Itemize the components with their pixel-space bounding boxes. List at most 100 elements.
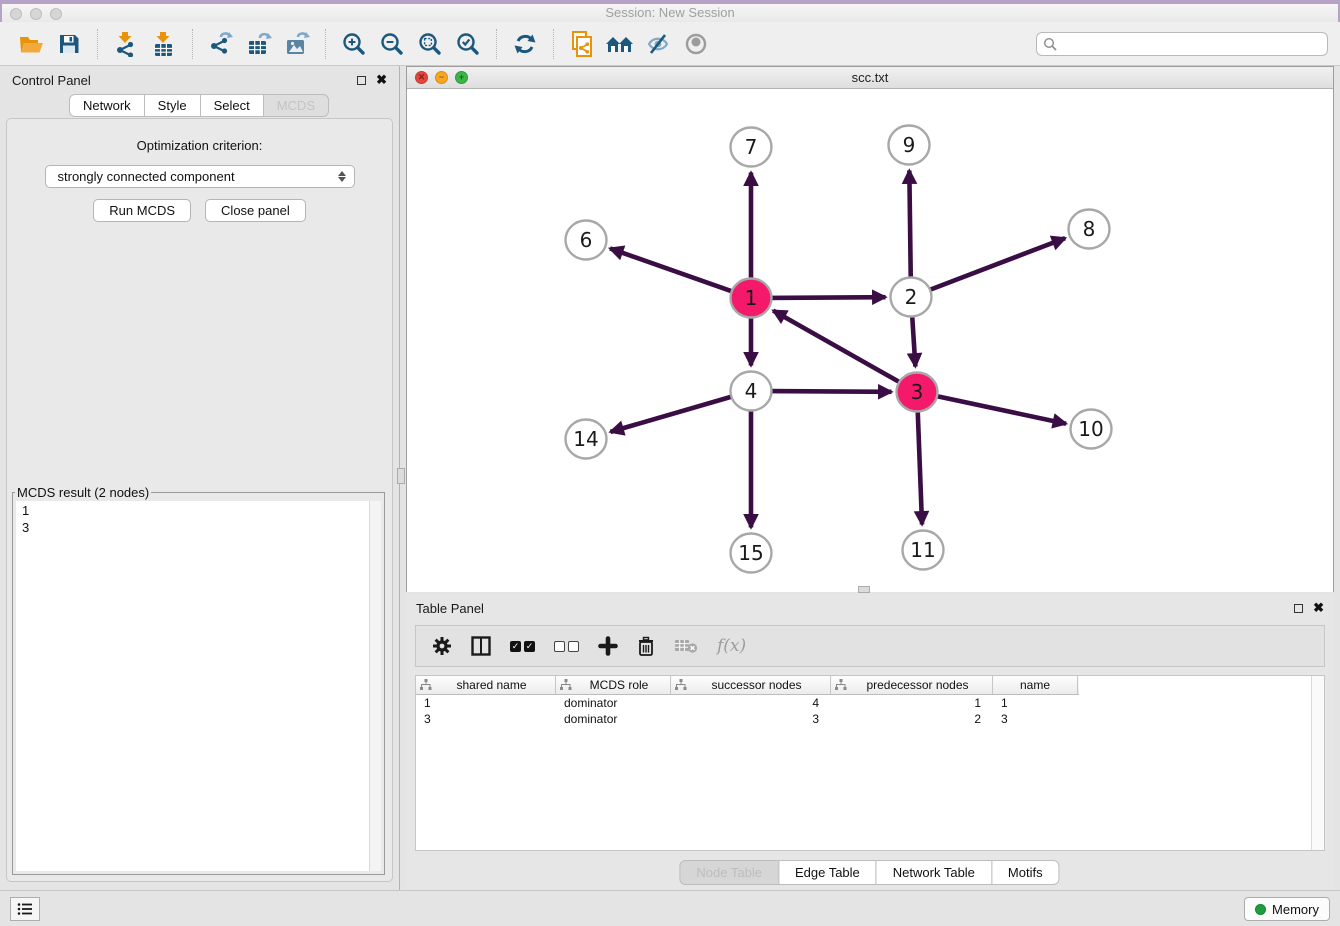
graph-edge-3-11[interactable] — [918, 408, 922, 524]
import-table-icon[interactable] — [145, 26, 183, 62]
graph-edge-2-8[interactable] — [926, 238, 1065, 291]
graph-edge-4-3[interactable] — [767, 391, 891, 392]
graph-edge-4-14[interactable] — [610, 396, 735, 432]
export-image-icon[interactable] — [278, 26, 316, 62]
column-header-predecessor-nodes[interactable]: predecessor nodes — [831, 676, 993, 694]
column-header-mcds-role[interactable]: MCDS role — [556, 676, 671, 694]
deselect-all-checkboxes-icon[interactable] — [554, 641, 579, 652]
split-panel-icon[interactable] — [471, 636, 491, 656]
table-row[interactable]: 3dominator323 — [416, 711, 1324, 727]
zoom-window-icon[interactable] — [50, 8, 62, 20]
table-row[interactable]: 1dominator411 — [416, 695, 1324, 711]
close-panel-icon[interactable]: ✖ — [376, 75, 387, 85]
column-header-name[interactable]: name — [993, 676, 1078, 694]
table-cell[interactable]: dominator — [556, 712, 671, 726]
table-cell[interactable]: 2 — [831, 712, 993, 726]
vertical-splitter-handle[interactable] — [397, 468, 405, 484]
table-cell[interactable]: 3 — [671, 712, 831, 726]
open-session-icon[interactable] — [12, 26, 50, 62]
graph-node-6[interactable]: 6 — [566, 221, 607, 260]
table-cell[interactable]: 1 — [831, 696, 993, 710]
graph-node-4[interactable]: 4 — [731, 372, 772, 411]
graph-edge-2-3[interactable] — [912, 313, 915, 366]
add-column-icon[interactable] — [598, 636, 618, 656]
run-mcds-button[interactable]: Run MCDS — [93, 199, 191, 222]
close-table-panel-icon[interactable]: ✖ — [1313, 603, 1324, 613]
network-canvas[interactable]: 1 2 3 4 6 7 8 9 10 11 14 15 — [407, 89, 1333, 592]
show-all-icon[interactable] — [677, 26, 715, 62]
table-cell[interactable]: 3 — [416, 712, 556, 726]
network-maximize-icon[interactable]: + — [455, 71, 468, 84]
graph-edge-3-10[interactable] — [933, 395, 1066, 423]
zoom-fit-icon[interactable] — [411, 26, 449, 62]
network-close-icon[interactable]: ✕ — [415, 71, 428, 84]
network-window-title: scc.txt — [407, 67, 1333, 88]
zoom-in-icon[interactable] — [335, 26, 373, 62]
graph-node-2[interactable]: 2 — [891, 278, 932, 317]
select-all-checkboxes-icon[interactable]: ✓✓ — [510, 641, 535, 652]
tab-network-table[interactable]: Network Table — [876, 860, 992, 885]
optimization-criterion-select[interactable]: strongly connected component — [45, 165, 355, 188]
tab-mcds[interactable]: MCDS — [263, 94, 329, 117]
tab-select[interactable]: Select — [200, 94, 264, 117]
clone-network-icon[interactable] — [563, 26, 601, 62]
task-history-button[interactable] — [10, 897, 40, 921]
export-table-icon[interactable] — [240, 26, 278, 62]
graph-node-7[interactable]: 7 — [731, 128, 772, 167]
mcds-result-box: MCDS result (2 nodes) 13 — [12, 485, 385, 875]
table-scrollbar[interactable] — [1311, 676, 1324, 850]
horizontal-splitter-handle[interactable] — [858, 586, 870, 593]
column-header-successor-nodes[interactable]: successor nodes — [671, 676, 831, 694]
graph-edge-2-9[interactable] — [909, 170, 910, 280]
node-table-header: shared name MCDS role successor nodes pr… — [416, 676, 1079, 695]
graph-node-9[interactable]: 9 — [889, 126, 930, 165]
network-minimize-icon[interactable]: − — [435, 71, 448, 84]
table-settings-gear-icon[interactable] — [432, 636, 452, 656]
zoom-out-icon[interactable] — [373, 26, 411, 62]
tab-motifs[interactable]: Motifs — [991, 860, 1060, 885]
tab-edge-table[interactable]: Edge Table — [778, 860, 877, 885]
table-cell[interactable]: dominator — [556, 696, 671, 710]
network-window-titlebar: ✕ − + scc.txt — [407, 67, 1333, 89]
float-panel-icon[interactable] — [357, 76, 366, 85]
graph-node-14[interactable]: 14 — [566, 420, 607, 459]
save-session-icon[interactable] — [50, 26, 88, 62]
graph-node-11[interactable]: 11 — [903, 531, 944, 570]
graph-node-1[interactable]: 1 — [731, 279, 772, 318]
graph-edge-3-1[interactable] — [773, 311, 902, 384]
result-scrollbar[interactable] — [369, 501, 381, 871]
graph-node-15[interactable]: 15 — [731, 534, 772, 573]
float-table-panel-icon[interactable] — [1294, 604, 1303, 613]
graph-edge-1-6[interactable] — [610, 248, 735, 292]
table-cell[interactable]: 4 — [671, 696, 831, 710]
graph-node-8[interactable]: 8 — [1069, 210, 1110, 249]
table-cell[interactable]: 3 — [993, 712, 1078, 726]
import-network-icon[interactable] — [107, 26, 145, 62]
zoom-selected-icon[interactable] — [449, 26, 487, 62]
refresh-layout-icon[interactable] — [506, 26, 544, 62]
tab-style[interactable]: Style — [144, 94, 201, 117]
node-table: shared name MCDS role successor nodes pr… — [415, 675, 1325, 851]
home-view-icon[interactable] — [601, 26, 639, 62]
export-network-icon[interactable] — [202, 26, 240, 62]
table-cell[interactable]: 1 — [416, 696, 556, 710]
search-box[interactable] — [1036, 32, 1328, 56]
hide-selected-icon[interactable] — [639, 26, 677, 62]
graph-node-label: 1 — [745, 286, 758, 310]
delete-column-icon[interactable] — [637, 636, 655, 657]
graph-node-3[interactable]: 3 — [897, 373, 938, 412]
memory-button[interactable]: Memory — [1244, 897, 1330, 921]
tab-network[interactable]: Network — [69, 94, 145, 117]
control-panel: Control Panel ✖ Network Style Select MCD… — [0, 66, 400, 890]
graph-node-10[interactable]: 10 — [1071, 410, 1112, 449]
close-panel-button[interactable]: Close panel — [205, 199, 306, 222]
minimize-window-icon[interactable] — [30, 8, 42, 20]
table-cell[interactable]: 1 — [993, 696, 1078, 710]
mcds-result-area[interactable]: 13 — [16, 501, 381, 871]
close-window-icon[interactable] — [10, 8, 22, 20]
search-input[interactable] — [1061, 36, 1321, 51]
memory-label: Memory — [1272, 902, 1319, 917]
tab-node-table[interactable]: Node Table — [679, 860, 779, 885]
graph-edge-1-2[interactable] — [767, 297, 885, 298]
column-header-shared-name[interactable]: shared name — [416, 676, 556, 694]
